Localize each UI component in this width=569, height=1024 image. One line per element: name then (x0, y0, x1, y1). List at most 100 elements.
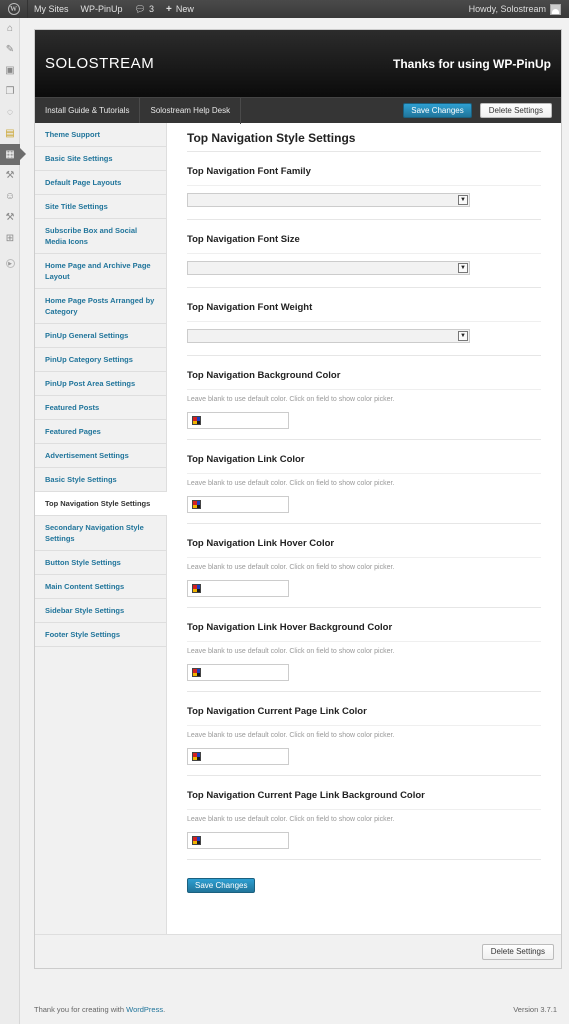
wordpress-logo-menu[interactable]: W (0, 0, 28, 18)
new-content-menu[interactable]: + New (160, 0, 200, 18)
sidebar-item-featured-pages[interactable]: Featured Pages (35, 420, 166, 444)
field-label: Top Navigation Font Family (187, 166, 541, 186)
sidebar-item-secondary-navigation-style[interactable]: Secondary Navigation Style Settings (35, 516, 166, 551)
panel-nav: Install Guide & Tutorials Solostream Hel… (35, 97, 561, 124)
sidebar-item-main-content[interactable]: Main Content Settings (35, 575, 166, 599)
link-hover-color-field: Top Navigation Link Hover Color Leave bl… (187, 524, 541, 608)
help-desk-link[interactable]: Solostream Help Desk (140, 97, 242, 124)
font-size-select[interactable]: ▼ (187, 261, 470, 275)
sidebar-item-pinup-general[interactable]: PinUp General Settings (35, 324, 166, 348)
font-weight-field: Top Navigation Font Weight ▼ (187, 288, 541, 356)
background-color-field: Top Navigation Background Color Leave bl… (187, 356, 541, 440)
save-changes-button[interactable]: Save Changes (403, 103, 472, 118)
sidebar-item-home-posts-by-category[interactable]: Home Page Posts Arranged by Category (35, 289, 166, 324)
sidebar-item-basic-style[interactable]: Basic Style Settings (35, 468, 166, 492)
plus-icon: + (165, 3, 172, 15)
link-hover-color-input[interactable] (187, 580, 289, 597)
field-description: Leave blank to use default color. Click … (187, 648, 395, 655)
sidebar-item-theme-support[interactable]: Theme Support (35, 123, 166, 147)
font-family-field: Top Navigation Font Family ▼ (187, 152, 541, 220)
field-description: Leave blank to use default color. Click … (187, 480, 395, 487)
content-actions: Save Changes (187, 860, 541, 893)
sidebar-item-sidebar-style[interactable]: Sidebar Style Settings (35, 599, 166, 623)
field-label: Top Navigation Font Size (187, 234, 541, 254)
field-label: Top Navigation Link Hover Color (187, 538, 541, 558)
delete-settings-button[interactable]: Delete Settings (479, 103, 552, 118)
brand-logo: SOLOSTREAM (45, 55, 155, 72)
color-picker-icon (192, 668, 201, 677)
panel-body: Theme Support Basic Site Settings Defaul… (35, 123, 561, 934)
current-page-link-color-input[interactable] (187, 748, 289, 765)
font-family-select[interactable]: ▼ (187, 193, 470, 207)
sidebar-item-featured-posts[interactable]: Featured Posts (35, 396, 166, 420)
page-title: Top Navigation Style Settings (187, 129, 541, 152)
avatar (550, 3, 561, 15)
comments-menu-icon[interactable]: ◌ (0, 102, 20, 123)
font-size-field: Top Navigation Font Size ▼ (187, 220, 541, 288)
field-label: Top Navigation Current Page Link Color (187, 706, 541, 726)
pages-icon[interactable]: ❐ (0, 81, 20, 102)
settings-content: Top Navigation Style Settings Top Naviga… (167, 123, 561, 934)
account-menu[interactable]: Howdy, Solostream (468, 3, 569, 15)
dashboard-icon[interactable]: ⌂ (0, 18, 20, 39)
current-page-link-color-field: Top Navigation Current Page Link Color L… (187, 692, 541, 776)
comments-menu[interactable]: 💬︎ 3 (129, 0, 160, 18)
users-icon[interactable]: ☺ (0, 186, 20, 207)
wordpress-icon: W (7, 3, 20, 15)
sidebar-item-top-navigation-style[interactable]: Top Navigation Style Settings (35, 492, 167, 516)
new-label: New (175, 4, 194, 14)
comment-icon: 💬︎ (134, 3, 146, 14)
field-label: Top Navigation Font Weight (187, 302, 541, 322)
sidebar-item-basic-site-settings[interactable]: Basic Site Settings (35, 147, 166, 171)
chevron-down-icon: ▼ (458, 331, 468, 341)
version-text: Version 3.7.1 (513, 1005, 557, 1014)
sidebar-item-default-page-layouts[interactable]: Default Page Layouts (35, 171, 166, 195)
color-picker-icon (192, 500, 201, 509)
plugins-icon[interactable]: ⚒ (0, 165, 20, 186)
sidebar-item-site-title-settings[interactable]: Site Title Settings (35, 195, 166, 219)
sidebar-item-pinup-category[interactable]: PinUp Category Settings (35, 348, 166, 372)
collapse-menu-button[interactable]: ▶ (0, 253, 20, 274)
thanks-heading: Thanks for using WP-PinUp (393, 56, 551, 71)
footer-thanks: Thank you for creating with WordPress. (34, 1005, 165, 1014)
appearance-icon[interactable]: ▦ (0, 144, 26, 165)
link-color-field: Top Navigation Link Color Leave blank to… (187, 440, 541, 524)
install-guide-link[interactable]: Install Guide & Tutorials (35, 97, 141, 124)
background-color-input[interactable] (187, 412, 289, 429)
admin-menu: ⌂ ✎ ▣ ❐ ◌ ▤ ▦ ⚒ ☺ ⚒ ⊞ ▶ (0, 18, 26, 1024)
sidebar-item-footer-style[interactable]: Footer Style Settings (35, 623, 166, 647)
link-hover-background-color-field: Top Navigation Link Hover Background Col… (187, 608, 541, 692)
howdy-text: Howdy, Solostream (468, 4, 546, 14)
current-page-link-background-color-field: Top Navigation Current Page Link Backgro… (187, 776, 541, 860)
field-description: Leave blank to use default color. Click … (187, 564, 395, 571)
comments-count: 3 (148, 4, 154, 14)
theme-options-panel: SOLOSTREAM Thanks for using WP-PinUp Ins… (34, 29, 562, 969)
admin-bar: W My Sites WP-PinUp 💬︎ 3 + New Howdy, So… (0, 0, 569, 18)
color-picker-icon (192, 416, 201, 425)
posts-icon[interactable]: ✎ (0, 39, 20, 60)
delete-settings-bottom-button[interactable]: Delete Settings (481, 943, 554, 960)
field-description: Leave blank to use default color. Click … (187, 816, 395, 823)
sidebar-item-subscribe-box[interactable]: Subscribe Box and Social Media Icons (35, 219, 166, 254)
color-picker-icon (192, 836, 201, 845)
wordpress-link[interactable]: WordPress (126, 1005, 163, 1014)
field-label: Top Navigation Link Hover Background Col… (187, 622, 541, 642)
sidebar-item-button-style[interactable]: Button Style Settings (35, 551, 166, 575)
font-weight-select[interactable]: ▼ (187, 329, 470, 343)
sidebar-item-pinup-post-area[interactable]: PinUp Post Area Settings (35, 372, 166, 396)
footer-thanks-prefix: Thank you for creating with (34, 1005, 127, 1014)
chevron-down-icon: ▼ (458, 195, 468, 205)
save-changes-bottom-button[interactable]: Save Changes (187, 878, 256, 893)
media-icon[interactable]: ▣ (0, 60, 20, 81)
site-name-menu[interactable]: WP-PinUp (75, 0, 129, 18)
link-color-input[interactable] (187, 496, 289, 513)
current-page-link-background-color-input[interactable] (187, 832, 289, 849)
sidebar-item-home-archive-layout[interactable]: Home Page and Archive Page Layout (35, 254, 166, 289)
my-sites-menu[interactable]: My Sites (28, 0, 75, 18)
chevron-down-icon: ▼ (458, 263, 468, 273)
link-hover-background-color-input[interactable] (187, 664, 289, 681)
tools-icon[interactable]: ⚒ (0, 207, 20, 228)
sidebar-item-advertisement[interactable]: Advertisement Settings (35, 444, 166, 468)
feedback-icon[interactable]: ▤ (0, 123, 20, 144)
settings-icon[interactable]: ⊞ (0, 228, 20, 249)
